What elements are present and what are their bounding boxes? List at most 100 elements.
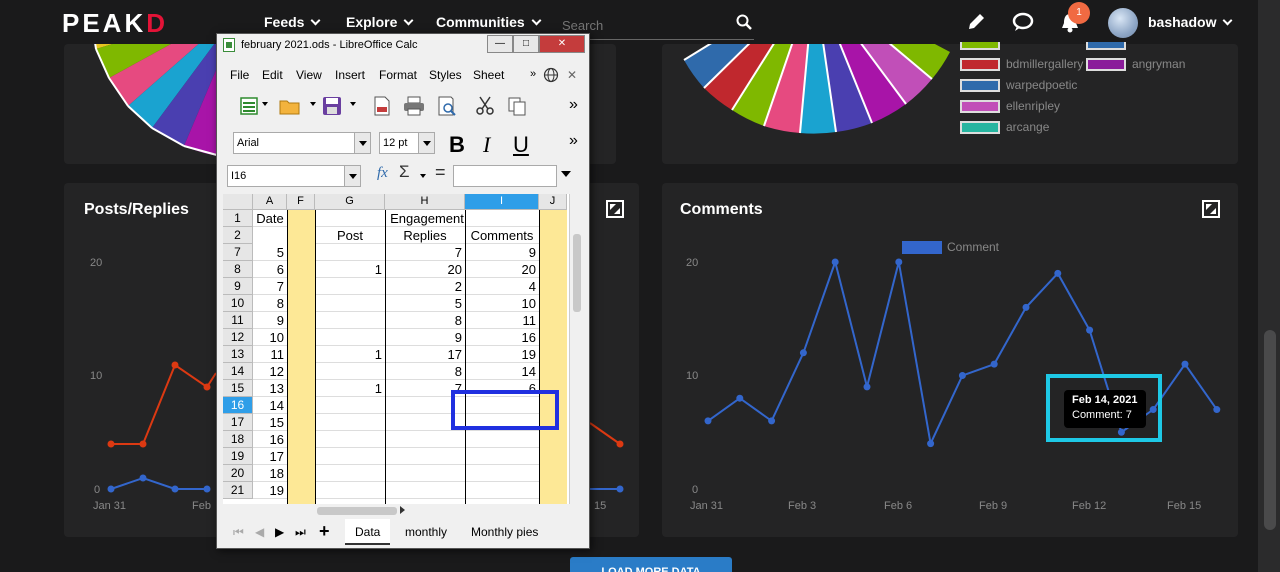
- comment-data-point[interactable]: [895, 258, 903, 266]
- italic-button[interactable]: I: [483, 132, 490, 158]
- cell[interactable]: 20: [465, 261, 539, 278]
- cell[interactable]: 15: [253, 414, 287, 431]
- cell[interactable]: [385, 482, 465, 499]
- tab-data[interactable]: Data: [345, 519, 391, 545]
- row-header[interactable]: 16: [223, 397, 253, 414]
- chevron-down-icon[interactable]: [344, 166, 360, 186]
- cell[interactable]: [385, 448, 465, 465]
- column-header[interactable]: H: [385, 194, 465, 210]
- name-box[interactable]: I16: [227, 165, 361, 187]
- menu-file[interactable]: File: [230, 68, 249, 82]
- comment-data-point[interactable]: [831, 258, 839, 266]
- dropdown-arrow-icon[interactable]: [310, 102, 316, 106]
- print-preview-icon[interactable]: [437, 96, 457, 116]
- formula-input[interactable]: [453, 165, 557, 187]
- cell[interactable]: 16: [465, 329, 539, 346]
- comment-data-point[interactable]: [704, 417, 712, 425]
- row-header[interactable]: 17: [223, 414, 253, 431]
- new-spreadsheet-icon[interactable]: [239, 96, 259, 116]
- cell[interactable]: [315, 363, 385, 380]
- cell[interactable]: 7: [385, 244, 465, 261]
- scroll-thumb[interactable]: [573, 234, 581, 312]
- cell[interactable]: 1: [315, 261, 385, 278]
- overflow-chevron-icon[interactable]: »: [530, 68, 536, 80]
- cell[interactable]: 12: [253, 363, 287, 380]
- save-icon[interactable]: [322, 96, 342, 116]
- cell-post-header[interactable]: Post: [315, 227, 385, 244]
- font-size-box[interactable]: 12 pt: [379, 132, 435, 154]
- search-icon[interactable]: [736, 14, 752, 30]
- globe-icon[interactable]: [543, 67, 559, 83]
- logo[interactable]: PEAKD: [62, 8, 168, 39]
- comment-data-point[interactable]: [1213, 406, 1221, 414]
- row-header[interactable]: 14: [223, 363, 253, 380]
- cell[interactable]: [465, 482, 539, 499]
- minimize-button[interactable]: —: [487, 35, 513, 53]
- expand-formula-icon[interactable]: [561, 171, 571, 177]
- column-header[interactable]: A: [253, 194, 287, 210]
- cell[interactable]: 20: [385, 261, 465, 278]
- last-sheet-icon[interactable]: ⏭: [295, 525, 306, 540]
- font-name-box[interactable]: Arial: [233, 132, 371, 154]
- cell[interactable]: [315, 465, 385, 482]
- cell[interactable]: [315, 431, 385, 448]
- menu-styles[interactable]: Styles: [429, 68, 462, 82]
- cell[interactable]: 2: [385, 278, 465, 295]
- formula-icon[interactable]: =: [435, 162, 446, 183]
- cell[interactable]: 17: [385, 346, 465, 363]
- tab-monthly[interactable]: monthly: [405, 525, 447, 539]
- select-all-corner[interactable]: [223, 194, 253, 210]
- spreadsheet-grid[interactable]: A F G H I J 1 Date Engagement 2 Post Replies Comment…: [223, 194, 583, 504]
- print-icon[interactable]: [403, 96, 425, 116]
- row-header[interactable]: 11: [223, 312, 253, 329]
- cell[interactable]: [315, 278, 385, 295]
- cell[interactable]: [315, 295, 385, 312]
- chevron-down-icon[interactable]: [418, 133, 434, 153]
- cell[interactable]: 17: [253, 448, 287, 465]
- cell[interactable]: 5: [253, 244, 287, 261]
- prev-sheet-icon[interactable]: ◀: [255, 525, 264, 539]
- cell[interactable]: 13: [253, 380, 287, 397]
- row-header[interactable]: 15: [223, 380, 253, 397]
- dropdown-arrow-icon[interactable]: [420, 174, 426, 178]
- menu-insert[interactable]: Insert: [335, 68, 365, 82]
- row-header[interactable]: 19: [223, 448, 253, 465]
- row-header[interactable]: 2: [223, 227, 253, 244]
- scroll-right-icon[interactable]: [400, 506, 405, 514]
- cell[interactable]: [385, 465, 465, 482]
- row-header[interactable]: 13: [223, 346, 253, 363]
- menu-view[interactable]: View: [296, 68, 322, 82]
- comment-data-point[interactable]: [768, 417, 776, 425]
- comment-data-point[interactable]: [1086, 326, 1094, 334]
- cell[interactable]: 16: [253, 431, 287, 448]
- cell-replies-header[interactable]: Replies: [385, 227, 465, 244]
- cell[interactable]: 10: [253, 329, 287, 346]
- cell[interactable]: [315, 329, 385, 346]
- cell-date-header[interactable]: Date: [253, 210, 287, 227]
- cell[interactable]: 19: [253, 482, 287, 499]
- cell[interactable]: 14: [465, 363, 539, 380]
- row-header[interactable]: 21: [223, 482, 253, 499]
- cell[interactable]: 11: [465, 312, 539, 329]
- cell[interactable]: 8: [385, 363, 465, 380]
- comment-data-point[interactable]: [799, 349, 807, 357]
- underline-button[interactable]: U: [513, 132, 529, 158]
- scroll-thumb[interactable]: [1264, 330, 1276, 530]
- cell[interactable]: [385, 431, 465, 448]
- cell[interactable]: 1: [315, 346, 385, 363]
- maximize-button[interactable]: □: [513, 35, 539, 53]
- comment-data-point[interactable]: [990, 360, 998, 368]
- window-titlebar[interactable]: february 2021.ods - LibreOffice Calc — □…: [217, 34, 589, 56]
- cell[interactable]: 7: [253, 278, 287, 295]
- vertical-scrollbar[interactable]: [569, 194, 583, 504]
- comment-data-point[interactable]: [1181, 360, 1189, 368]
- column-header[interactable]: J: [539, 194, 567, 210]
- cell[interactable]: 4: [465, 278, 539, 295]
- next-sheet-icon[interactable]: ▶: [275, 525, 284, 539]
- load-more-button[interactable]: LOAD MORE DATA: [570, 557, 732, 572]
- row-header[interactable]: 10: [223, 295, 253, 312]
- cell[interactable]: 19: [465, 346, 539, 363]
- comment-data-point[interactable]: [863, 383, 871, 391]
- row-header[interactable]: 20: [223, 465, 253, 482]
- comment-data-point[interactable]: [927, 440, 935, 448]
